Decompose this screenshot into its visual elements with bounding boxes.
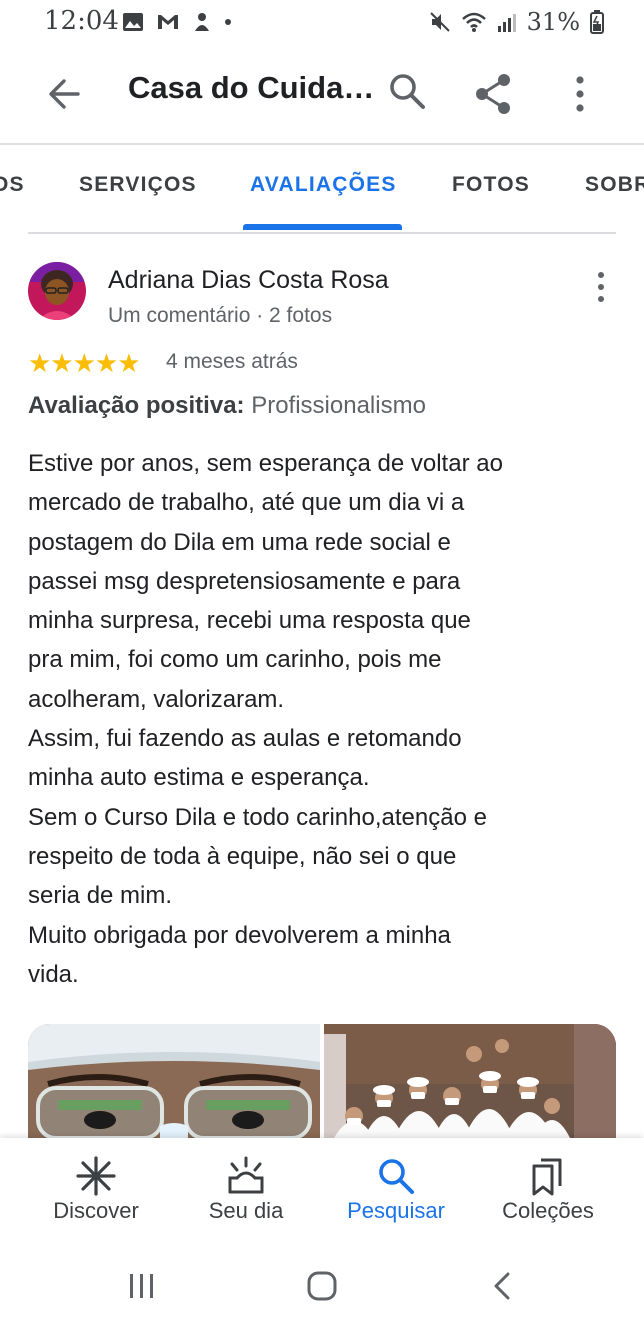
review-aspect: Avaliação positiva: Profissionalismo xyxy=(28,392,426,420)
tab-active-indicator xyxy=(243,224,402,230)
system-back-icon[interactable] xyxy=(482,1266,522,1306)
review-more-icon[interactable] xyxy=(588,270,614,304)
signal-icon xyxy=(497,14,516,32)
review-line: postagem do Dila em uma rede social e xyxy=(28,528,451,556)
review-line: Estive por anos, sem esperança de voltar… xyxy=(28,450,503,477)
tab-photos[interactable]: FOTOS xyxy=(452,173,530,197)
review-line: Assim, fui fazendo as aulas e retomando xyxy=(28,725,462,753)
nav-seu-dia[interactable]: Seu dia xyxy=(166,1138,326,1248)
more-vert-icon[interactable] xyxy=(560,70,600,118)
app-notification-icon xyxy=(195,13,209,31)
review-line: mercado de trabalho, até que um dia vi a xyxy=(28,489,465,517)
nav-label: Pesquisar xyxy=(347,1198,445,1223)
bookmarks-icon xyxy=(532,1158,562,1196)
nav-label: Discover xyxy=(53,1198,139,1223)
review-line: passei msg despretensiosamente e para xyxy=(28,567,461,595)
tab-bar: OS SERVIÇOS AVALIAÇÕES FOTOS SOBRE xyxy=(0,145,644,231)
gmail-icon xyxy=(158,15,178,29)
aspect-value: Profissionalismo xyxy=(251,392,426,419)
reviewer-name[interactable]: Adriana Dias Costa Rosa xyxy=(108,266,389,295)
tab-about[interactable]: SOBRE xyxy=(585,173,644,197)
review-line: acolheram, valorizaram. xyxy=(28,685,285,713)
review-line: minha auto estima e esperança. xyxy=(28,764,370,792)
tab-reviews[interactable]: AVALIAÇÕES xyxy=(250,173,397,197)
wifi-icon xyxy=(461,12,486,32)
aspect-label: Avaliação positiva: xyxy=(28,392,245,419)
mute-icon xyxy=(429,12,450,32)
review-line: minha surpresa, recebi uma resposta que xyxy=(28,607,471,635)
nav-discover[interactable]: Discover xyxy=(16,1138,176,1248)
recent-apps-icon[interactable] xyxy=(122,1266,162,1306)
review-line: Sem o Curso Dila e todo carinho,atenção … xyxy=(28,803,487,831)
status-bar: 12:04 31% xyxy=(0,0,644,44)
tab-overview[interactable]: OS xyxy=(0,173,25,197)
dot-icon xyxy=(225,19,231,25)
review-line: pra mim, foi como um carinho, pois me xyxy=(28,646,442,674)
app-bar: Casa do Cuida… xyxy=(0,52,644,134)
tabs-divider xyxy=(28,232,616,234)
status-time: 12:04 xyxy=(44,6,119,36)
gallery-icon xyxy=(123,13,143,31)
search-icon[interactable] xyxy=(386,70,430,114)
notification-icons xyxy=(122,10,232,34)
nav-colecoes[interactable]: Coleções xyxy=(468,1138,628,1248)
page-title: Casa do Cuida… xyxy=(128,70,375,105)
avatar[interactable] xyxy=(28,262,86,320)
nav-pesquisar[interactable]: Pesquisar xyxy=(316,1138,476,1248)
sunrise-icon xyxy=(228,1156,264,1194)
share-icon[interactable] xyxy=(470,70,518,118)
search-icon xyxy=(379,1159,414,1194)
bottom-navigation: Discover Seu dia Pesquisar Coleções xyxy=(0,1138,644,1248)
review-photo[interactable] xyxy=(28,1024,320,1138)
asterisk-icon xyxy=(76,1156,116,1196)
review-photo[interactable] xyxy=(324,1024,616,1138)
battery-icon xyxy=(590,10,604,34)
home-icon[interactable] xyxy=(302,1266,342,1306)
review-line: vida. xyxy=(28,960,79,988)
reviewer-meta: Um comentário · 2 fotos xyxy=(108,304,333,327)
system-status-icons: 31% xyxy=(429,8,604,36)
nav-label: Seu dia xyxy=(208,1198,284,1223)
review-time: 4 meses atrás xyxy=(166,350,298,373)
review-line: seria de mim. xyxy=(28,882,173,910)
review-line: Muito obrigada por devolverem a minha xyxy=(28,921,451,949)
nav-label: Coleções xyxy=(502,1198,594,1223)
review-line: respeito de toda à equipe, não sei o que xyxy=(28,842,457,870)
system-navigation-bar xyxy=(0,1248,644,1324)
battery-percentage: 31% xyxy=(526,8,580,36)
star-rating: ★★★★★ xyxy=(28,348,141,378)
tab-services[interactable]: SERVIÇOS xyxy=(79,173,197,197)
review-text: Estive por anos, sem esperança de voltar… xyxy=(28,444,618,994)
back-arrow-icon[interactable] xyxy=(40,70,88,118)
